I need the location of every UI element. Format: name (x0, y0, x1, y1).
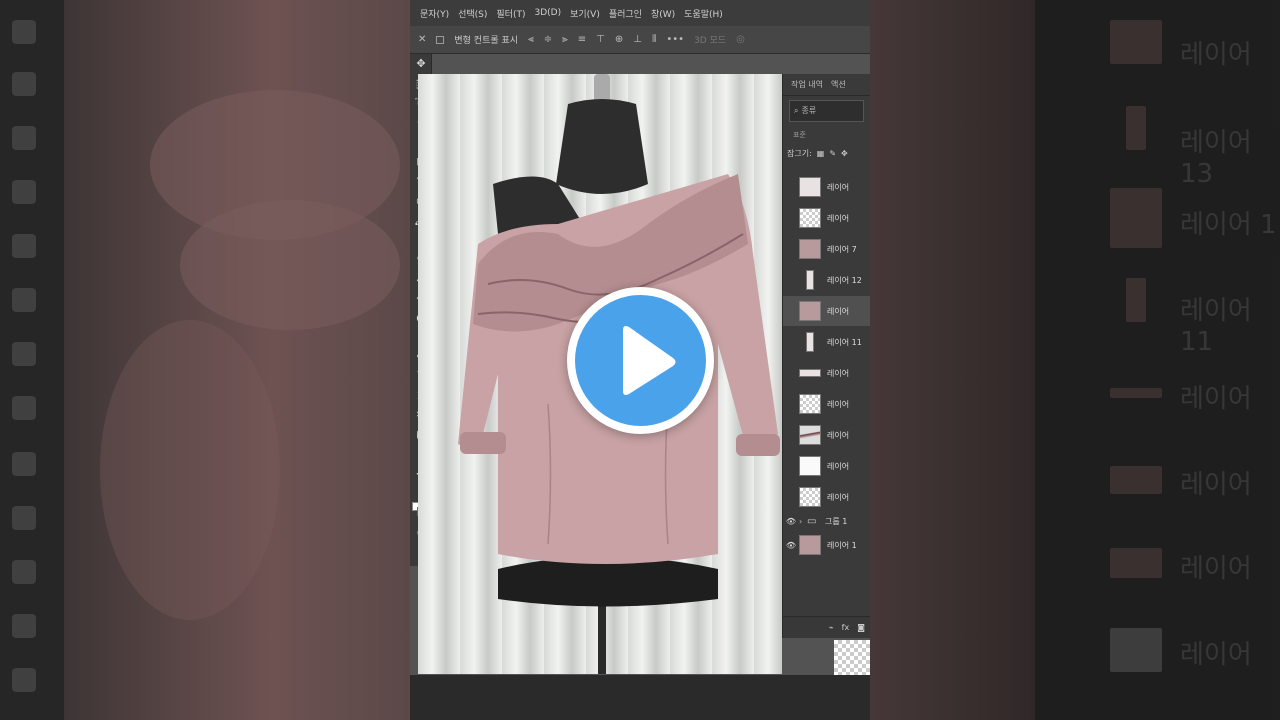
layer-row[interactable]: 레이어 (783, 389, 870, 419)
link-icon[interactable]: ⌁ (829, 623, 834, 632)
menu-select[interactable]: 선택(S) (458, 7, 487, 20)
menu-help[interactable]: 도움말(H) (684, 7, 723, 20)
layer-name: 레이어 1 (827, 540, 857, 550)
3d-mode-label: 3D 모드 (694, 36, 727, 46)
align-bottom-icon[interactable]: ⊥ (633, 34, 642, 45)
layer-row[interactable]: 레이어 (783, 172, 870, 202)
menu-plugins[interactable]: 플러그인 (609, 7, 642, 20)
layer-name: 레이어 (827, 182, 850, 192)
layer-name: 레이어 7 (827, 244, 857, 254)
eye-icon[interactable]: 👁 (783, 517, 799, 526)
layer-thumbnail (806, 332, 814, 352)
layer-name: 레이어 (827, 492, 850, 502)
panel-footer: ⌁ fx ◙ (783, 616, 870, 638)
layer-thumbnail (806, 270, 814, 290)
layer-name: 레이어 (827, 213, 850, 223)
layer-thumbnail (799, 394, 821, 414)
blurred-background-right: 레이어 레이어 13 레이어 1 레이어 11 레이어 레이어 레이어 레이어 (870, 0, 1280, 720)
close-icon[interactable]: ✕ (418, 34, 426, 45)
layer-row-selected[interactable]: 레이어 (783, 296, 870, 326)
tab-history[interactable]: 작업 내역 (791, 79, 823, 90)
lock-label: 잠그기: (787, 149, 812, 158)
layer-name: 레이어 12 (827, 275, 862, 285)
lock-row: 잠그기: ▦ ✎ ✥ (787, 144, 866, 164)
layer-row[interactable]: 레이어 (783, 451, 870, 481)
layer-name: 레이어 (827, 368, 850, 378)
search-icon: ⌕ (794, 106, 799, 115)
layer-name: 레이어 (827, 461, 850, 471)
layer-filter-select[interactable]: ⌕ 종류 (789, 100, 864, 122)
layer-thumbnail (799, 177, 821, 197)
show-transform-checkbox[interactable] (436, 35, 445, 44)
menu-type[interactable]: 문자(Y) (420, 7, 449, 20)
mask-icon[interactable]: ◙ (857, 623, 865, 632)
orbit-icon[interactable]: ◎ (736, 34, 745, 45)
align-top-icon[interactable]: ⊤ (596, 34, 605, 45)
distribute-vertical-icon[interactable]: ⦀ (652, 34, 656, 45)
eye-icon[interactable]: 👁 (783, 541, 799, 550)
lock-move-icon[interactable]: ✥ (841, 144, 848, 164)
show-transform-label: 변형 컨트롤 표시 (454, 36, 519, 46)
layer-thumbnail (799, 208, 821, 228)
layer-name: 레이어 (827, 430, 850, 440)
layer-thumbnail (799, 535, 821, 555)
menu-3d[interactable]: 3D(D) (534, 8, 561, 18)
layer-thumbnail (799, 301, 821, 321)
menu-view[interactable]: 보기(V) (570, 7, 600, 20)
chevron-right-icon[interactable]: › (799, 517, 807, 526)
menu-window[interactable]: 창(W) (651, 7, 675, 20)
lock-transparent-icon[interactable]: ▦ (817, 144, 825, 164)
blurred-toolbar (0, 0, 64, 720)
tab-actions[interactable]: 액션 (831, 79, 846, 90)
layer-name: 그룹 1 (825, 516, 848, 526)
transparent-preview (834, 640, 870, 675)
blend-mode-select[interactable]: 표준 (789, 126, 864, 144)
layer-row[interactable]: 레이어 11 (783, 327, 870, 357)
blurred-background-left (0, 0, 410, 720)
layer-name: 레이어 (827, 399, 850, 409)
panel-tabs: 작업 내역 액션 (783, 74, 870, 96)
play-icon (623, 326, 676, 395)
align-left-icon[interactable]: ⫷ (528, 34, 534, 45)
layer-thumbnail (799, 456, 821, 476)
layer-thumbnail (799, 425, 821, 445)
layers-panel: 작업 내역 액션 ⌕ 종류 표준 잠그기: ▦ ✎ ✥ 레이어 레이어 레이어 … (782, 74, 870, 638)
layer-row[interactable]: 레이어 7 (783, 234, 870, 264)
align-center-icon[interactable]: ≑ (544, 34, 552, 45)
video-letterbox (410, 675, 870, 720)
align-middle-icon[interactable]: ⊕ (615, 34, 623, 45)
lock-paint-icon[interactable]: ✎ (829, 144, 836, 164)
fx-icon[interactable]: fx (842, 623, 850, 632)
layer-thumbnail (799, 369, 821, 377)
layer-row[interactable]: 레이어 (783, 358, 870, 388)
play-button[interactable] (567, 287, 714, 434)
layer-row[interactable]: 👁 레이어 1 (783, 530, 870, 560)
layer-row[interactable]: 레이어 (783, 420, 870, 450)
layer-name: 레이어 11 (827, 337, 862, 347)
layer-name: 레이어 (827, 306, 850, 316)
more-options-icon[interactable]: ••• (666, 34, 684, 45)
move-icon[interactable]: ✥ (410, 54, 432, 74)
filter-label: 종류 (801, 106, 817, 115)
layer-row[interactable]: 레이어 (783, 203, 870, 233)
menu-filter[interactable]: 필터(T) (496, 7, 525, 20)
align-right-icon[interactable]: ⫸ (562, 34, 568, 45)
layer-row[interactable]: 레이어 12 (783, 265, 870, 295)
options-bar: ✕ 변형 컨트롤 표시 ⫷ ≑ ⫸ ≡ ⊤ ⊕ ⊥ ⦀ ••• 3D 모드 ◎ (410, 26, 870, 54)
menu-bar: 문자(Y) 선택(S) 필터(T) 3D(D) 보기(V) 플러그인 창(W) … (410, 0, 870, 26)
layer-thumbnail (799, 239, 821, 259)
distribute-icon[interactable]: ≡ (578, 34, 586, 45)
layer-thumbnail (799, 487, 821, 507)
folder-icon: ▭ (807, 515, 817, 527)
